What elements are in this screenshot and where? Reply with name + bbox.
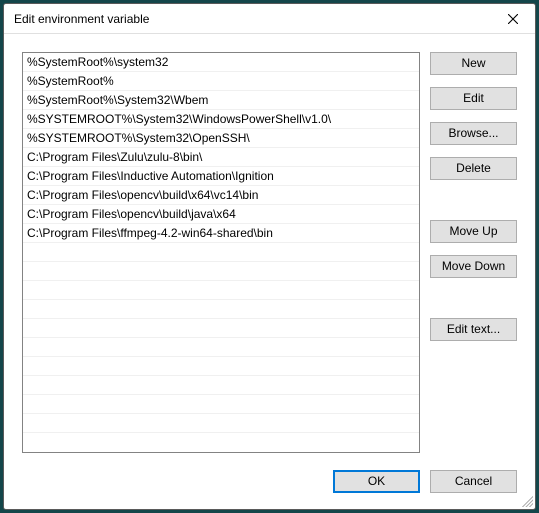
new-button[interactable]: New	[430, 52, 517, 75]
cancel-button[interactable]: Cancel	[430, 470, 517, 493]
list-item[interactable]: %SystemRoot%\system32	[23, 53, 419, 72]
list-item[interactable]: C:\Program Files\Inductive Automation\Ig…	[23, 167, 419, 186]
list-item[interactable]: %SYSTEMROOT%\System32\WindowsPowerShell\…	[23, 110, 419, 129]
list-item[interactable]: .	[23, 262, 419, 281]
window-title: Edit environment variable	[14, 12, 490, 26]
resize-grip[interactable]	[519, 493, 533, 507]
list-item[interactable]: %SystemRoot%	[23, 72, 419, 91]
list-item[interactable]: .	[23, 319, 419, 338]
delete-button[interactable]: Delete	[430, 157, 517, 180]
list-item[interactable]: %SystemRoot%\System32\Wbem	[23, 91, 419, 110]
path-list[interactable]: %SystemRoot%\system32%SystemRoot%%System…	[22, 52, 420, 453]
list-item[interactable]: .	[23, 300, 419, 319]
list-item[interactable]: C:\Program Files\opencv\build\java\x64	[23, 205, 419, 224]
move-up-button[interactable]: Move Up	[430, 220, 517, 243]
list-item[interactable]: C:\Program Files\Zulu\zulu-8\bin\	[23, 148, 419, 167]
dialog-footer: OK Cancel	[4, 453, 535, 509]
edit-button[interactable]: Edit	[430, 87, 517, 110]
list-item[interactable]: .	[23, 376, 419, 395]
list-item[interactable]: .	[23, 243, 419, 262]
list-item[interactable]: .	[23, 414, 419, 433]
list-item[interactable]: .	[23, 338, 419, 357]
list-item[interactable]: .	[23, 357, 419, 376]
move-down-button[interactable]: Move Down	[430, 255, 517, 278]
browse-button[interactable]: Browse...	[430, 122, 517, 145]
side-button-group: New Edit Browse... Delete Move Up Move D…	[430, 52, 517, 453]
titlebar: Edit environment variable	[4, 4, 535, 34]
edit-text-button[interactable]: Edit text...	[430, 318, 517, 341]
ok-button[interactable]: OK	[333, 470, 420, 493]
close-button[interactable]	[490, 4, 535, 34]
list-item[interactable]: C:\Program Files\ffmpeg-4.2-win64-shared…	[23, 224, 419, 243]
list-item[interactable]: .	[23, 281, 419, 300]
dialog-window: Edit environment variable %SystemRoot%\s…	[3, 3, 536, 510]
list-item[interactable]: .	[23, 395, 419, 414]
close-icon	[508, 14, 518, 24]
list-item[interactable]: %SYSTEMROOT%\System32\OpenSSH\	[23, 129, 419, 148]
list-item[interactable]: C:\Program Files\opencv\build\x64\vc14\b…	[23, 186, 419, 205]
